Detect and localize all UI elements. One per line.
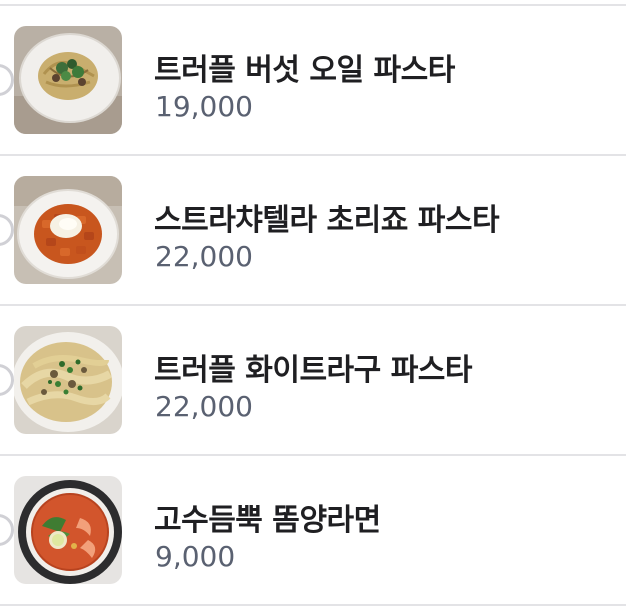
truffle-mushroom-pasta-photo — [14, 26, 122, 134]
radio-button[interactable] — [0, 514, 14, 546]
menu-item-stracciatella-chorizo-pasta[interactable]: 스트라챠텔라 초리죠 파스타 22,000 — [0, 156, 626, 304]
menu-item-truffle-white-ragu-pasta[interactable]: 트러플 화이트라구 파스타 22,000 — [0, 306, 626, 454]
divider — [0, 604, 626, 606]
radio-button[interactable] — [0, 364, 14, 396]
menu-item-price: 9,000 — [155, 540, 236, 573]
menu-item-tom-yum-ramen[interactable]: 고수듬뿍 똠양라면 9,000 — [0, 456, 626, 604]
menu-item-name: 고수듬뿍 똠양라면 — [154, 503, 381, 538]
stracciatella-chorizo-pasta-photo — [14, 176, 122, 284]
menu-item-price: 22,000 — [155, 240, 253, 273]
truffle-white-ragu-pasta-photo — [14, 326, 122, 434]
menu-list: 트러플 버섯 오일 파스타 19,000 스트라챠텔라 초리죠 파스타 22,0… — [0, 0, 626, 608]
menu-item-name: 트러플 화이트라구 파스타 — [154, 353, 473, 388]
menu-item-name: 트러플 버섯 오일 파스타 — [154, 53, 455, 88]
radio-button[interactable] — [0, 64, 14, 96]
menu-item-price: 22,000 — [155, 390, 253, 423]
menu-item-name: 스트라챠텔라 초리죠 파스타 — [154, 203, 500, 238]
menu-item-price: 19,000 — [155, 90, 253, 123]
tom-yum-ramen-photo — [14, 476, 122, 584]
menu-item-truffle-mushroom-oil-pasta[interactable]: 트러플 버섯 오일 파스타 19,000 — [0, 6, 626, 154]
radio-button[interactable] — [0, 214, 14, 246]
